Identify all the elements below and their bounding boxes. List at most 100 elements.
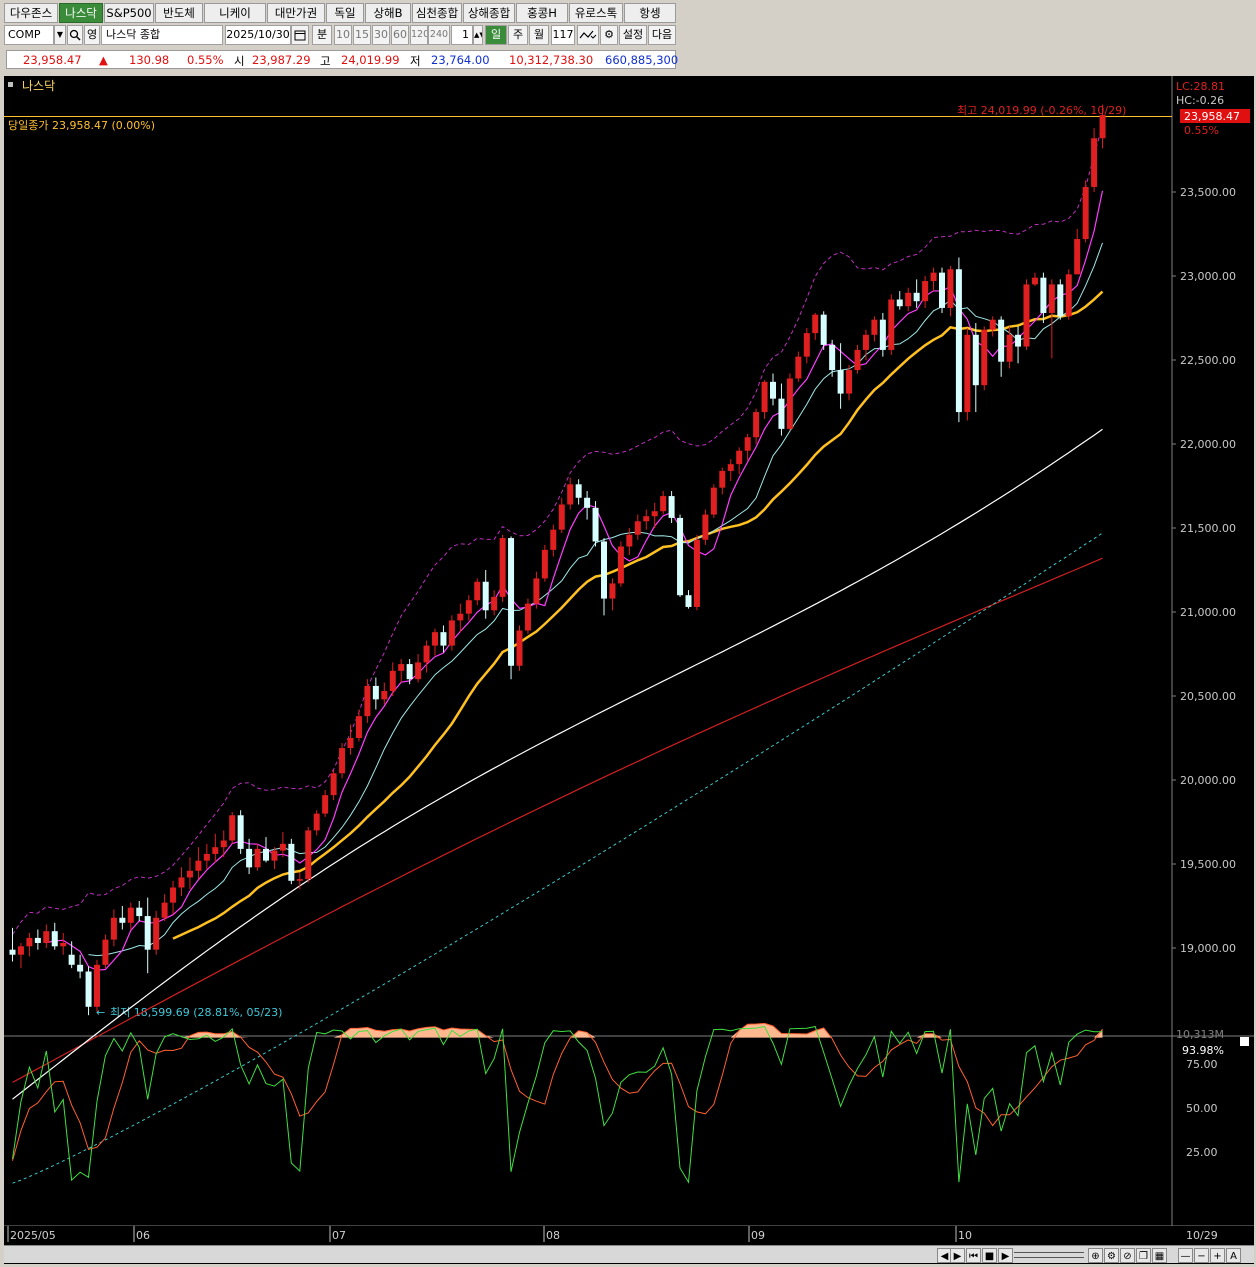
candle-body [609,583,616,599]
candle-body [685,595,692,607]
search-icon[interactable] [67,25,83,45]
chart-canvas[interactable]: 나스닥당일종가 23,958.47 (0.00%) 최고 24,019.99 (-… [4,76,1254,1264]
calendar-icon[interactable] [291,25,309,45]
day-button[interactable]: 일 [485,25,507,45]
price-tick-label: 23,000.00 [1180,270,1236,283]
candle-body [195,860,202,871]
tab-12[interactable]: 항셍 [624,3,676,23]
month-button[interactable]: 월 [529,25,549,45]
interval-60-button[interactable]: 60 [391,25,409,45]
candle-body [913,292,920,302]
candle-body [617,546,624,584]
candle-body [186,870,193,878]
next-button[interactable]: 다음 [648,25,676,45]
candle-body [837,370,844,394]
candle-body [170,887,177,903]
ma60-line [12,428,1103,1100]
candle-body [9,949,16,955]
price-tick-label: 19,000.00 [1180,942,1236,955]
candle-body [1031,277,1038,285]
candle-body [550,529,557,550]
tab-10[interactable]: 홍콩H [516,3,568,23]
open-label: 시 [234,54,245,68]
chart-type-icon[interactable] [577,25,599,45]
candle-body [727,464,734,471]
candle-body [795,356,802,379]
low-price: 23,764.00 [431,53,490,67]
price-tick-label: 22,500.00 [1180,354,1236,367]
tab-7[interactable]: 상해B [365,3,411,23]
candle-body [203,853,210,861]
candle-body [68,954,75,965]
week-button[interactable]: 주 [508,25,528,45]
candle-body [254,848,261,868]
type-toggle-button[interactable]: 영 [84,25,100,45]
candle-body [786,378,793,429]
candle-body [896,299,903,307]
candle-body [660,496,667,512]
candle-body [389,670,396,691]
candle-body [744,437,751,451]
ma120-line [12,557,1103,1083]
chart-scrollbar[interactable]: ◀ ▶ ⏮ ■ ▶ ⊕ ⚙ ⊘ ❐ ▦ — − + A [4,1245,1254,1263]
candle-body [584,497,591,508]
tab-11[interactable]: 유로스톡 [569,3,623,23]
price-tick-label: 22,000.00 [1180,438,1236,451]
panel-marker [8,82,13,87]
volume-axis-label: 10,313M [1176,1028,1224,1041]
candle-body [136,907,143,917]
tab-9[interactable]: 상해종합 [463,3,515,23]
code-input[interactable]: COMP [4,25,54,45]
candle-body [761,381,768,413]
time-tick-label: 09 [751,1229,765,1242]
tab-0[interactable]: 다우존스 [4,3,58,23]
zoom-slider[interactable] [1014,1252,1084,1258]
candle-body [347,738,354,749]
time-tick-label: 07 [332,1229,346,1242]
candle-body [271,850,278,861]
interval-10-button[interactable]: 10 [334,25,352,45]
ma120-dashed-line [12,532,1103,1184]
candle-body [702,514,709,540]
interval-30-button[interactable]: 30 [372,25,390,45]
candle-body [237,815,244,849]
tab-8[interactable]: 심천종합 [412,3,462,23]
tab-3[interactable]: 반도체 [155,3,203,23]
price-tick-label: 20,500.00 [1180,690,1236,703]
candle-body [60,942,67,947]
candle-body [803,333,810,357]
high-price: 24,019.99 [341,53,400,67]
tab-1[interactable]: 나스닥 [59,3,103,23]
tab-2[interactable]: S&P500 [104,3,154,23]
count-input[interactable]: 1 [451,25,473,45]
candle-body [626,534,633,547]
count-spinner[interactable]: ▲▼ [473,25,483,45]
candle-body [406,664,413,680]
interval-240-button[interactable]: 240 [428,25,450,45]
candle-body [263,848,269,861]
tab-6[interactable]: 독일 [326,3,364,23]
overbought-fill [12,1023,1103,1038]
candle-body [313,813,320,831]
chevron-down-icon[interactable]: ▼ [54,25,66,45]
candle-body [372,685,379,700]
candle-body [998,319,1005,362]
settings-button[interactable]: 설정 [619,25,647,45]
tab-4[interactable]: 니케이 [204,3,266,23]
candle-body [516,630,523,666]
candle-body [153,917,160,950]
minute-unit-button[interactable]: 분 [312,25,332,45]
bar-count-input[interactable]: 117 [551,25,575,45]
candle-body [770,381,776,399]
chart-area[interactable]: 나스닥 당일종가 23,958.47 (0.00%) 최고 24,019.99 (-… [4,76,1254,1264]
osc-tick-label: 25.00 [1186,1146,1218,1159]
date-field[interactable]: 2025/10/30 [225,25,291,45]
candle-body [592,507,599,542]
candle-body [846,370,853,394]
candle-body [1048,284,1055,313]
candle-body [119,917,126,923]
interval-15-button[interactable]: 15 [353,25,371,45]
gear-icon[interactable]: ⚙ [600,25,618,45]
interval-120-button[interactable]: 120 [410,25,428,45]
tab-5[interactable]: 대만가권 [267,3,325,23]
